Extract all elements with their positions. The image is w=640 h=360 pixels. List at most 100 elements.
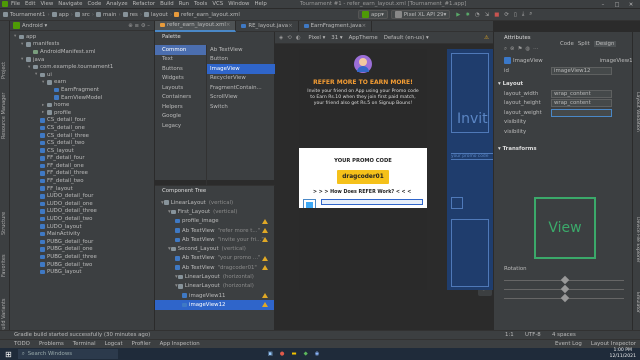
tool-tab-build-variants[interactable]: Build Variants [1,299,7,333]
opera-icon[interactable]: ● [280,351,285,357]
profile-image[interactable] [354,55,372,73]
image-view-12[interactable] [321,199,423,205]
menu-navigate[interactable]: Navigate [58,1,82,7]
device-preview-select[interactable]: Pixel ▾ [308,35,325,41]
close-tab-icon[interactable]: × [362,23,367,29]
warning-icon[interactable]: ⚠ [484,35,489,41]
bottom-tab-terminal[interactable]: Terminal [73,341,96,347]
palette-category-widgets[interactable]: Widgets [155,74,206,84]
project-tree-item[interactable]: CS_layout [10,147,154,155]
orientation-icon[interactable]: ⟲ [287,35,292,41]
project-tree-item[interactable]: ▾ app [10,33,154,41]
debug-icon[interactable]: ✸ [465,12,470,18]
palette-item[interactable]: Button [207,55,275,65]
breadcrumb-item[interactable]: src [74,12,90,18]
project-tree-item[interactable]: FF_layout [10,185,154,193]
breadcrumb-item[interactable]: Tournament1 [3,12,45,18]
menu-run[interactable]: Run [179,1,189,7]
component-tree-item[interactable]: Ab TextView "refer more t..." [155,226,274,235]
bottom-tab-logcat[interactable]: Logcat [105,341,123,347]
tool-tab-layout-validation[interactable]: Layout Validation [635,92,640,132]
locale-select[interactable]: Default (en-us) ▾ [384,35,429,41]
component-tree-item[interactable]: imageView12 [155,300,274,310]
layout-inspector-tab[interactable]: Layout Inspector [591,341,636,347]
project-tree-item[interactable]: LUDO_detail_four [10,192,154,200]
tool-tab-structure[interactable]: Structure [1,212,7,235]
night-mode-icon[interactable]: ◐ [296,35,301,41]
component-tree-item[interactable]: ▾ LinearLayout (horizontal) [155,272,274,281]
tool-tab-device-file-explorer[interactable]: Device File Explorer [635,217,640,262]
search-everywhere-icon[interactable]: ⌕ [529,11,532,18]
breadcrumb-item[interactable]: refer_earn_layout.xml [173,12,240,18]
avd-manager-icon[interactable]: ▯ [514,12,517,18]
windows-start-icon[interactable]: ⊞ [5,350,12,359]
palette-category-helpers[interactable]: Helpers [155,102,206,112]
menu-file[interactable]: File [11,1,20,7]
project-tree-item[interactable]: PUBG_layout [10,268,154,276]
project-tree-item[interactable]: LUDO_detail_two [10,215,154,223]
component-tree-item[interactable]: Ab TextView "your promo ..." [155,254,274,263]
project-tree-item[interactable]: ▾ java [10,56,154,64]
bottom-tab-profiler[interactable]: Profiler [132,341,151,347]
project-tree-item[interactable]: CS_detail_four [10,117,154,125]
refer-headline[interactable]: REFER MORE TO EARN MORE! [299,79,427,86]
declared-icon[interactable]: ◍ [525,46,530,52]
palette-item[interactable]: FragmentContain... [207,83,275,93]
run-icon[interactable]: ▶ [456,12,460,18]
component-tree-item[interactable]: Ab TextView "dragcoder01" [155,263,274,272]
menu-analyze[interactable]: Analyze [106,1,127,7]
rotation-x-slider[interactable] [560,275,570,285]
component-tree-item[interactable]: ▾ LinearLayout (vertical) [155,198,274,207]
system-clock[interactable]: 1:00 PM 12/11/2021 [610,348,636,359]
menu-edit[interactable]: Edit [25,1,35,7]
event-log-tab[interactable]: Event Log [555,341,582,347]
id-field[interactable]: imageView12 [551,66,612,75]
layout-section[interactable]: ▾ Layout [494,80,640,90]
promo-code[interactable]: dragcoder01 [337,170,389,184]
breadcrumb-item[interactable]: main [95,12,116,18]
project-tree-item[interactable]: FF_detail_three [10,170,154,178]
warning-icon[interactable] [262,218,268,224]
project-tree-item[interactable]: AndroidManifest.xml [10,48,154,56]
caret-position[interactable]: 1:1 [505,332,514,338]
project-tree-item[interactable]: LUDO_layout [10,223,154,231]
palette-category-layouts[interactable]: Layouts [155,83,206,93]
project-tree-item[interactable]: PUBG_detail_three [10,253,154,261]
flag-icon[interactable]: ⚑ [518,46,523,52]
code-mode-button[interactable]: Code [560,41,574,47]
menu-vcs[interactable]: VCS [212,1,223,7]
palette-category-common[interactable]: Common [155,45,206,55]
menu-code[interactable]: Code [87,1,101,7]
editor-tab[interactable]: RE_layout.java × [236,20,299,32]
project-view-select[interactable]: Android [22,23,43,29]
menu-view[interactable]: View [40,1,53,7]
close-tab-icon[interactable]: × [288,23,293,29]
warning-icon[interactable] [262,302,268,308]
attach-debugger-icon[interactable]: ⇲ [485,12,490,18]
palette-item[interactable]: Switch [207,102,275,112]
project-tree-item[interactable]: EarnViewModel [10,94,154,102]
palette-category-google[interactable]: Google [155,112,206,122]
attribute-value-field[interactable] [551,108,612,117]
run-config-select[interactable]: app ▾ [358,10,388,19]
palette-category-containers[interactable]: Containers [155,93,206,103]
sync-gradle-icon[interactable]: ⟳ [504,12,509,18]
project-tree-item[interactable]: ▸ home [10,101,154,109]
breadcrumb-item[interactable]: app [51,12,69,18]
menu-tools[interactable]: Tools [194,1,207,7]
menu-build[interactable]: Build [160,1,174,7]
tool-tab-emulator[interactable]: Emulator [635,292,640,313]
search-icon[interactable]: ⌕ [504,46,507,53]
tool-tab-resource-manager[interactable]: Resource Manager [1,93,7,139]
bottom-tab-app-inspection[interactable]: App Inspection [160,341,200,347]
invite-description[interactable]: Invite your friend on App using your Pro… [307,89,419,107]
project-tree-item[interactable]: CS_detail_three [10,132,154,140]
attribute-value-field[interactable]: wrap_content [551,99,612,108]
task-view-icon[interactable]: ▣ [268,351,273,357]
overflow-icon[interactable]: ⋯ [533,46,538,52]
windows-search-box[interactable]: ⌕ Search Windows [17,349,118,359]
close-tab-icon[interactable]: × [226,22,231,28]
bottom-tab-todo[interactable]: TODO [14,341,30,347]
warning-icon[interactable] [262,265,268,271]
project-tree-item[interactable]: PUBG_detail_two [10,261,154,269]
